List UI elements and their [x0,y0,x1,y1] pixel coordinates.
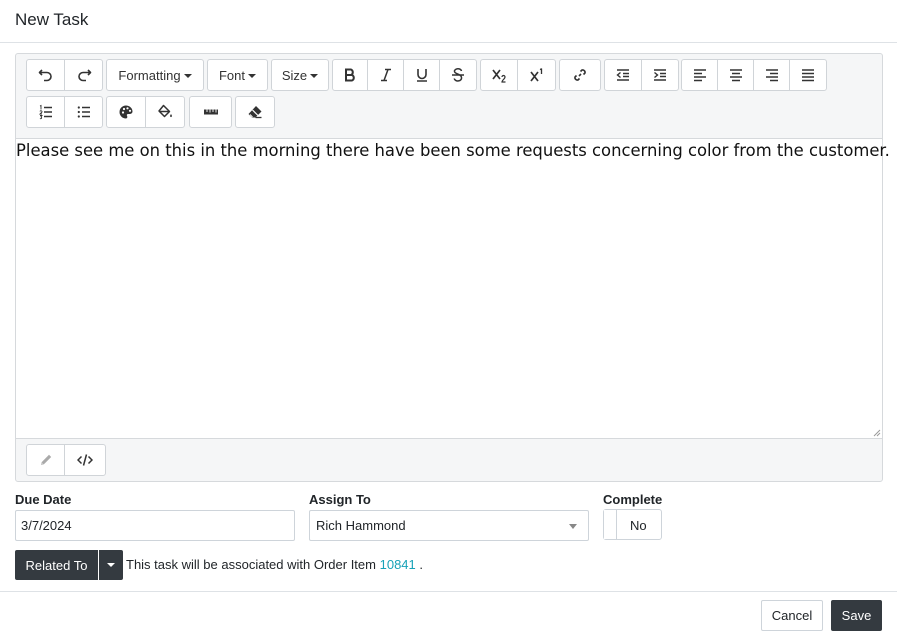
association-text-before: This task will be associated with Order … [126,557,376,572]
outdent-button[interactable] [604,59,642,91]
formatting-dropdown[interactable]: Formatting [106,59,204,91]
underline-button[interactable] [403,59,440,91]
save-button[interactable]: Save [831,600,882,631]
align-right-button[interactable] [753,59,790,91]
chevron-down-icon [310,74,319,78]
italic-icon [380,68,391,82]
complete-label: Complete [603,492,663,507]
pencil-icon [40,454,51,465]
subscript-button[interactable] [480,59,518,91]
complete-toggle-label: No [630,518,647,533]
clear-formatting-icon [248,106,262,119]
chevron-down-icon [107,563,115,567]
assign-to-value: Rich Hammond [316,518,406,533]
horizontal-rule-button[interactable] [189,96,232,128]
superscript-icon [529,68,542,82]
bold-button[interactable] [332,59,368,91]
size-dropdown[interactable]: Size [271,59,329,91]
font-label: Font [218,67,245,83]
align-center-button[interactable] [717,59,754,91]
ordered-list-button[interactable] [26,96,65,128]
editor-statusbar [16,439,882,481]
assign-to-label: Assign To [309,492,371,507]
cancel-button[interactable]: Cancel [761,600,823,631]
align-right-icon [765,69,778,82]
justify-button[interactable] [789,59,827,91]
modal-header: New Task [0,0,897,43]
code-view-button[interactable] [64,444,106,476]
related-to-dropdown-toggle[interactable] [99,550,123,580]
align-left-icon [693,69,706,82]
subscript-icon [492,69,506,83]
editor-content-text: Please see me on this in the morning the… [16,141,890,160]
rich-text-editor: Formatting Font Size Please see me on th… [15,53,890,482]
resize-grip-icon[interactable] [873,429,881,437]
association-text-after: . [419,557,424,572]
wysiwyg-view-button[interactable] [26,444,65,476]
strikethrough-button[interactable] [439,59,477,91]
code-view-icon [77,454,93,466]
assign-to-select[interactable]: Rich Hammond [309,510,589,541]
font-dropdown[interactable]: Font [207,59,268,91]
order-item-link[interactable]: 10841 [380,557,416,572]
modal-title: New Task [15,10,89,29]
outdent-icon [616,69,629,81]
chevron-down-icon [183,74,192,78]
chevron-down-icon [569,524,577,529]
italic-button[interactable] [367,59,404,91]
clear-formatting-button[interactable] [235,96,275,128]
chevron-down-icon [248,74,256,78]
strikethrough-icon [452,68,464,82]
ordered-list-icon [38,104,52,120]
underline-icon [416,69,427,82]
editor-content-area[interactable]: Please see me on this in the morning the… [16,138,890,439]
justify-icon [802,69,814,82]
horizontal-rule-icon [203,109,218,115]
redo-button[interactable] [64,59,103,91]
due-date-label: Due Date [15,492,72,507]
related-to-button[interactable]: Related To [15,550,98,580]
undo-button[interactable] [26,59,65,91]
unordered-list-icon [77,106,90,118]
background-color-icon [158,104,172,118]
toggle-knob[interactable] [604,510,617,539]
editor-toolbar: Formatting Font Size [16,54,882,138]
align-center-icon [729,69,742,82]
association-text: This task will be associated with Order … [126,557,423,572]
text-color-icon [119,105,133,119]
bold-icon [345,68,355,82]
text-color-button[interactable] [106,96,146,128]
indent-icon [654,69,666,81]
size-label: Size [281,67,308,83]
undo-icon [38,69,52,82]
indent-button[interactable] [641,59,679,91]
complete-toggle[interactable]: No [603,509,662,540]
formatting-label: Formatting [118,67,181,83]
due-date-input[interactable]: 3/7/2024 [15,510,295,541]
unordered-list-button[interactable] [64,96,103,128]
superscript-button[interactable] [517,59,556,91]
link-button[interactable] [559,59,601,91]
align-left-button[interactable] [681,59,718,91]
background-color-button[interactable] [145,96,185,128]
link-icon [574,69,586,81]
redo-icon [77,69,91,82]
